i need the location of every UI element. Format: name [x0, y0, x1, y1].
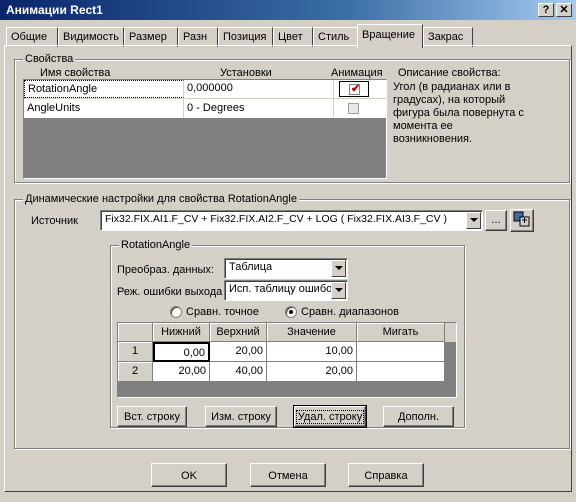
cell-blink[interactable] [357, 362, 445, 382]
delete-row-label: Удал. строку [295, 410, 365, 424]
header-corner [118, 323, 153, 342]
close-button[interactable]: ✕ [556, 3, 572, 17]
chevron-down-icon[interactable] [331, 282, 346, 299]
column-header-animation: Анимация [331, 67, 383, 79]
header-high[interactable]: Верхний [210, 323, 267, 342]
header-value[interactable]: Значение [267, 323, 357, 342]
column-header-settings: Установки [220, 67, 272, 79]
checkmark-icon: ✔ [351, 83, 361, 95]
header-blink[interactable]: Мигать [357, 323, 445, 342]
chevron-down-icon[interactable] [466, 212, 481, 229]
animation-toggle[interactable]: ✔ [339, 81, 369, 97]
property-value[interactable]: 0 - Degrees [184, 99, 334, 118]
property-list[interactable]: RotationAngle 0,000000 ✔ AngleUnits 0 - … [23, 79, 387, 179]
tab-general[interactable]: Общие [6, 27, 58, 47]
tab-visibility[interactable]: Видимость [58, 27, 124, 47]
insert-row-button[interactable]: Вст. строку [117, 406, 187, 427]
error-mode-value: Исп. таблицу ошибок [229, 283, 338, 295]
row-number: 1 [118, 342, 153, 362]
source-value: Fix32.FIX.AI1.F_CV + Fix32.FIX.AI2.F_CV … [105, 213, 447, 225]
delete-row-button[interactable]: Удал. строку [293, 405, 367, 428]
animation-checkbox[interactable]: ✔ [349, 83, 361, 95]
help-button[interactable]: ? [538, 3, 554, 17]
property-name: RotationAngle [24, 80, 184, 98]
error-mode-label: Реж. ошибки выхода [117, 286, 223, 298]
window-title: Анимации Rect1 [6, 3, 103, 17]
cell-value[interactable]: 10,00 [267, 342, 357, 362]
cell-value[interactable]: 20,00 [267, 362, 357, 382]
expression-builder-icon [513, 211, 530, 227]
range-table[interactable]: Нижний Верхний Значение Мигать 1 0,00 20… [117, 322, 457, 398]
description-text: Угол (в радианах или в градусах), на кот… [393, 81, 524, 145]
column-header-name: Имя свойства [40, 67, 111, 79]
radio-range[interactable] [285, 306, 297, 318]
conversion-value: Таблица [229, 261, 273, 273]
cell-high[interactable]: 40,00 [210, 362, 267, 382]
table-row[interactable]: 1 0,00 20,00 10,00 [118, 342, 445, 362]
property-value[interactable]: 0,000000 [184, 80, 334, 98]
dynamic-settings-label: Динамические настройки для свойства Rota… [23, 193, 299, 205]
rotation-angle-label: RotationAngle [119, 239, 193, 251]
browse-button[interactable]: ... [485, 210, 507, 231]
ok-button[interactable]: OK [151, 463, 227, 487]
cell-low[interactable]: 20,00 [153, 362, 210, 382]
radio-exact-label[interactable]: Сравн. точное [186, 306, 259, 318]
row-number: 2 [118, 362, 153, 382]
tab-rotation[interactable]: Вращение [357, 24, 423, 48]
tab-style[interactable]: Стиль [313, 27, 359, 47]
help-footer-button[interactable]: Справка [348, 463, 424, 487]
properties-group-label: Свойства [23, 53, 76, 65]
error-mode-select[interactable]: Исп. таблицу ошибок [224, 280, 348, 301]
property-row[interactable]: AngleUnits 0 - Degrees [24, 99, 386, 118]
cell-high[interactable]: 20,00 [210, 342, 267, 362]
tab-position[interactable]: Позиция [218, 27, 273, 47]
conversion-label: Преобраз. данных: [117, 264, 214, 276]
more-button[interactable]: Дополн. [383, 406, 454, 427]
table-header: Нижний Верхний Значение Мигать [118, 323, 456, 342]
source-combo[interactable]: Fix32.FIX.AI1.F_CV + Fix32.FIX.AI2.F_CV … [100, 210, 483, 231]
title-bar: Анимации Rect1 ? ✕ [0, 0, 576, 20]
tab-color[interactable]: Цвет [273, 27, 313, 47]
animation-checkbox[interactable] [348, 103, 359, 114]
chevron-down-icon[interactable] [331, 260, 346, 277]
radio-range-label[interactable]: Сравн. диапазонов [301, 306, 399, 318]
description-label: Описание свойства: [398, 67, 501, 79]
table-row[interactable]: 2 20,00 40,00 20,00 [118, 362, 445, 382]
expression-builder-button[interactable] [510, 209, 534, 232]
conversion-select[interactable]: Таблица [224, 258, 348, 279]
radio-exact[interactable] [170, 306, 182, 318]
tab-misc[interactable]: Разн [178, 27, 218, 47]
tab-size[interactable]: Размер [124, 27, 178, 47]
property-row[interactable]: RotationAngle 0,000000 ✔ [24, 80, 386, 99]
source-label: Источник [31, 215, 78, 227]
cancel-button[interactable]: Отмена [250, 463, 326, 487]
property-name: AngleUnits [24, 99, 184, 118]
edit-row-button[interactable]: Изм. строку [205, 406, 277, 427]
header-low[interactable]: Нижний [153, 323, 210, 342]
cell-low[interactable]: 0,00 [153, 342, 210, 362]
cell-blink[interactable] [357, 342, 445, 362]
tab-fill[interactable]: Закрас [423, 27, 473, 47]
